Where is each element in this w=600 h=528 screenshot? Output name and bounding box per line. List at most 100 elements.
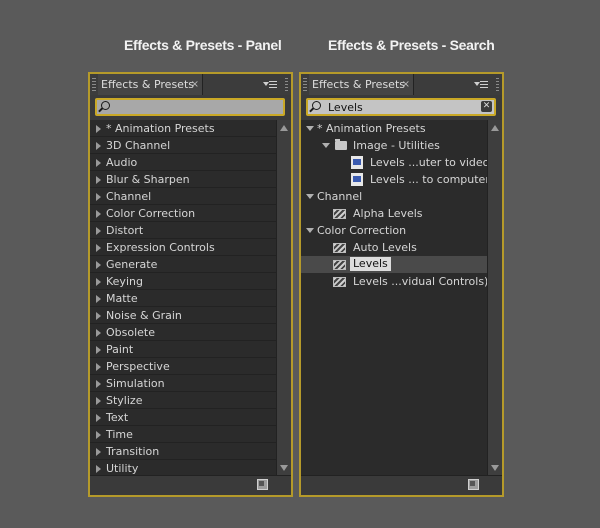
category-row[interactable]: Channel — [90, 188, 278, 205]
category-row[interactable]: Text — [90, 409, 278, 426]
panel-footer — [90, 475, 291, 495]
effect-icon — [333, 243, 346, 253]
expand-arrow-icon[interactable] — [96, 329, 101, 337]
panel-menu-icon[interactable] — [263, 78, 277, 90]
category-row[interactable]: Noise & Grain — [90, 307, 278, 324]
collapse-arrow-icon[interactable] — [322, 143, 330, 148]
group-row[interactable]: Channel — [301, 188, 489, 205]
clear-search-icon[interactable]: ✕ — [481, 101, 492, 112]
close-icon[interactable]: × — [191, 74, 199, 95]
expand-arrow-icon[interactable] — [96, 448, 101, 456]
effect-label: Levels ...vidual Controls) — [353, 275, 489, 288]
effect-icon — [333, 260, 346, 270]
category-label: Noise & Grain — [106, 309, 182, 322]
expand-arrow-icon[interactable] — [96, 227, 101, 235]
effect-row[interactable]: Alpha Levels — [301, 205, 489, 222]
category-label: Text — [106, 411, 129, 424]
category-row[interactable]: Keying — [90, 273, 278, 290]
scrollbar[interactable] — [276, 120, 291, 476]
group-row[interactable]: Color Correction — [301, 222, 489, 239]
expand-arrow-icon[interactable] — [96, 244, 101, 252]
expand-arrow-icon[interactable] — [96, 346, 101, 354]
category-label: Transition — [106, 445, 160, 458]
expand-arrow-icon[interactable] — [96, 210, 101, 218]
group-label: * Animation Presets — [317, 122, 426, 135]
group-label: Channel — [317, 190, 363, 203]
expand-arrow-icon[interactable] — [96, 159, 101, 167]
expand-arrow-icon[interactable] — [96, 295, 101, 303]
close-icon[interactable]: × — [402, 74, 410, 95]
category-row[interactable]: Expression Controls — [90, 239, 278, 256]
tab-effects-presets[interactable]: Effects & Presets × — [309, 74, 414, 95]
category-row[interactable]: Distort — [90, 222, 278, 239]
effects-presets-panel: Effects & Presets × * Animation Presets … — [88, 72, 293, 497]
expand-arrow-icon[interactable] — [96, 380, 101, 388]
expand-arrow-icon[interactable] — [96, 176, 101, 184]
expand-arrow-icon[interactable] — [96, 431, 101, 439]
expand-arrow-icon[interactable] — [96, 142, 101, 150]
category-row[interactable]: Paint — [90, 341, 278, 358]
expand-arrow-icon[interactable] — [96, 312, 101, 320]
new-preset-icon[interactable] — [468, 479, 479, 490]
expand-arrow-icon[interactable] — [96, 465, 101, 473]
drag-grip-icon[interactable] — [496, 78, 499, 91]
category-row[interactable]: Perspective — [90, 358, 278, 375]
expand-arrow-icon[interactable] — [96, 363, 101, 371]
scroll-up-icon[interactable] — [491, 125, 499, 131]
search-input[interactable] — [117, 100, 265, 114]
collapse-arrow-icon[interactable] — [306, 194, 314, 199]
category-row[interactable]: Matte — [90, 290, 278, 307]
category-row[interactable]: Stylize — [90, 392, 278, 409]
expand-arrow-icon[interactable] — [96, 193, 101, 201]
category-label: 3D Channel — [106, 139, 171, 152]
effects-presets-search-panel: Effects & Presets × ✕ * Animation Preset… — [299, 72, 504, 497]
search-results-list: * Animation Presets Image - Utilities Le… — [301, 120, 489, 476]
category-row[interactable]: Generate — [90, 256, 278, 273]
category-row[interactable]: Utility — [90, 460, 278, 476]
group-row[interactable]: * Animation Presets — [301, 120, 489, 137]
search-input[interactable] — [328, 100, 476, 114]
scroll-down-icon[interactable] — [280, 465, 288, 471]
effect-icon — [333, 209, 346, 219]
category-row[interactable]: * Animation Presets — [90, 120, 278, 137]
category-row[interactable]: Color Correction — [90, 205, 278, 222]
effect-row-selected[interactable]: Levels — [301, 256, 489, 273]
scroll-up-icon[interactable] — [280, 125, 288, 131]
category-label: Simulation — [106, 377, 165, 390]
category-label: Matte — [106, 292, 138, 305]
collapse-arrow-icon[interactable] — [306, 228, 314, 233]
expand-arrow-icon[interactable] — [96, 397, 101, 405]
preset-row[interactable]: Levels ...uter to video — [301, 154, 489, 171]
drag-grip-icon[interactable] — [303, 78, 307, 91]
expand-arrow-icon[interactable] — [96, 125, 101, 133]
new-preset-icon[interactable] — [257, 479, 268, 490]
category-row[interactable]: 3D Channel — [90, 137, 278, 154]
drag-grip-icon[interactable] — [92, 78, 96, 91]
expand-arrow-icon[interactable] — [96, 261, 101, 269]
effect-row[interactable]: Auto Levels — [301, 239, 489, 256]
folder-row[interactable]: Image - Utilities — [301, 137, 489, 154]
category-row[interactable]: Audio — [90, 154, 278, 171]
search-field[interactable]: ✕ — [306, 98, 496, 116]
category-row[interactable]: Time — [90, 426, 278, 443]
category-row[interactable]: Obsolete — [90, 324, 278, 341]
scroll-down-icon[interactable] — [491, 465, 499, 471]
search-field[interactable] — [95, 98, 285, 116]
tab-effects-presets[interactable]: Effects & Presets × — [98, 74, 203, 95]
collapse-arrow-icon[interactable] — [306, 126, 314, 131]
preset-label: Levels ... to computer — [370, 173, 489, 186]
preset-row[interactable]: Levels ... to computer — [301, 171, 489, 188]
effect-icon — [333, 277, 346, 287]
scrollbar[interactable] — [487, 120, 502, 476]
category-row[interactable]: Blur & Sharpen — [90, 171, 278, 188]
expand-arrow-icon[interactable] — [96, 278, 101, 286]
drag-grip-icon[interactable] — [285, 78, 288, 91]
panel-menu-icon[interactable] — [474, 78, 488, 90]
category-row[interactable]: Transition — [90, 443, 278, 460]
expand-arrow-icon[interactable] — [96, 414, 101, 422]
category-label: Perspective — [106, 360, 170, 373]
search-icon — [312, 101, 321, 110]
effect-row[interactable]: Levels ...vidual Controls) — [301, 273, 489, 290]
category-row[interactable]: Simulation — [90, 375, 278, 392]
effects-list: * Animation Presets 3D Channel Audio Blu… — [90, 120, 278, 476]
